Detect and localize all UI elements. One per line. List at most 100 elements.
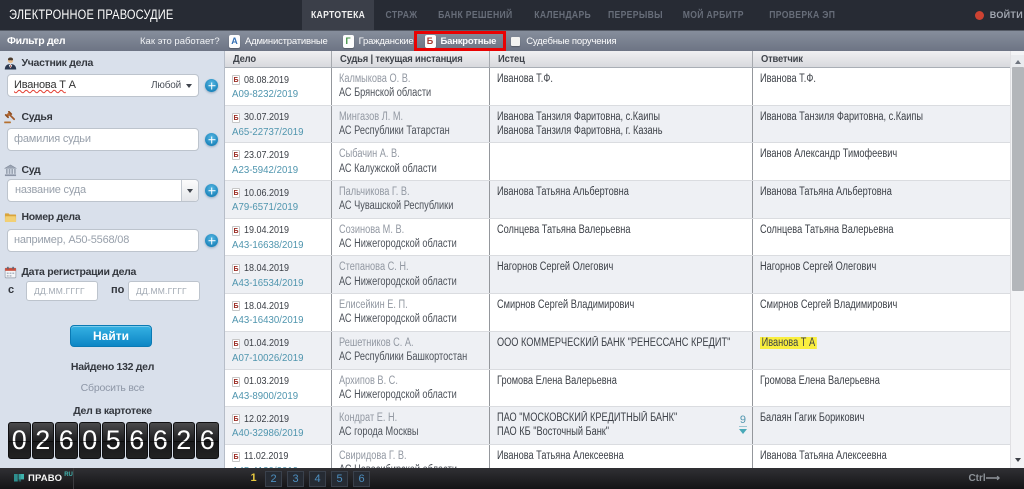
column-header-1: Судья | текущая инстанция (332, 51, 490, 67)
court-name: АС Нижегородской области (339, 388, 454, 402)
reset-all-link[interactable]: Сбросить все (0, 382, 225, 394)
case-date: 19.04.2019 (244, 225, 289, 236)
bankruptcy-case-icon: Б (232, 188, 240, 198)
defendant-cell: Иванова Татьяна Альбертовна (753, 181, 1010, 218)
pravo-logo[interactable]: ПРАВО RU (14, 468, 73, 489)
page-button-2[interactable]: 2 (265, 471, 282, 487)
case-cell: Б18.04.2019А43-16430/2019 (225, 294, 332, 331)
calendar-icon (4, 266, 17, 279)
case-number-link[interactable]: А43-16430/2019 (232, 313, 318, 327)
participant-input[interactable]: Иванова Т А Любой (7, 74, 199, 97)
case-cell: Б 19.04.2019 А43-16638/2019 (225, 219, 332, 256)
plaintiff-name: Иванова Танзиля Фаритовна, с.Каипы (497, 110, 696, 124)
case-cell: Б12.02.2019А40-32986/2019 (225, 407, 332, 444)
expand-parties-button[interactable]: 9 (739, 414, 747, 434)
nav-tab-проверка-эп[interactable]: ПРОВЕРКА ЭП (760, 0, 844, 30)
judge-name: Мингазов Л. М. (339, 110, 454, 124)
table-scrollbar[interactable] (1010, 51, 1024, 468)
nav-tab-label: ПРОВЕРКА ЭП (769, 9, 835, 21)
defendant-name: Иванова Т.Ф. (760, 72, 955, 86)
add-court-button[interactable] (205, 184, 218, 197)
date-to-input[interactable]: ДД.ММ.ГГГГ (128, 281, 200, 301)
page-button-3[interactable]: 3 (287, 471, 304, 487)
add-participant-button[interactable] (205, 79, 218, 92)
column-header-3: Ответчик (753, 51, 1010, 67)
nav-tab-банк-решений[interactable]: БАНК РЕШЕНИЙ (428, 0, 522, 30)
bankruptcy-case-icon: Б (232, 113, 240, 123)
judge-label: Судья (22, 111, 53, 123)
nav-tab-картотека[interactable]: КАРТОТЕКА (302, 0, 374, 30)
category-tab-банкротные[interactable]: ББанкротные (422, 31, 505, 52)
category-tab-гражданские[interactable]: ГГражданские (336, 31, 422, 52)
search-button[interactable]: Найти (70, 325, 152, 347)
bankruptcy-case-icon: Б (232, 264, 240, 274)
counter-digit: 6 (196, 422, 219, 459)
nav-tab-страж[interactable]: СТРАЖ (374, 0, 428, 30)
plaintiff-name: Иванова Т.Ф. (497, 72, 696, 86)
participant-role-dropdown[interactable]: Любой (151, 75, 192, 96)
case-cell: Б18.04.2019А43-16534/2019 (225, 256, 332, 293)
login-label: ВОЙТИ (990, 10, 1023, 20)
nav-tab-перерывы[interactable]: ПЕРЕРЫВЫ (604, 0, 666, 30)
case-cell: Б08.08.2019А09-8232/2019 (225, 68, 332, 105)
main-nav: КАРТОТЕКА СТРАЖБАНК РЕШЕНИЙКАЛЕНДАРЬПЕРЕР… (0, 0, 1024, 30)
case-cell: Б23.07.2019А23-5942/2019 (225, 143, 332, 180)
nav-tab-календарь[interactable]: КАЛЕНДАРЬ (522, 0, 604, 30)
page-button-4[interactable]: 4 (309, 471, 326, 487)
nav-tab-label: КАРТОТЕКА (311, 9, 365, 21)
date-from-input[interactable]: ДД.ММ.ГГГГ (26, 281, 98, 301)
defendant-cell: Балаян Гагик Борикович (753, 407, 1010, 444)
judge-cell: Кондрат Е. Н.АС города Москвы (332, 407, 490, 444)
defendant-name: Нагорнов Сергей Олегович (760, 260, 955, 274)
case-number-link[interactable]: А79-6571/2019 (232, 200, 318, 214)
category-tabs: ААдминистративныеГГражданскиеББанкротные… (225, 31, 624, 52)
court-select[interactable]: название суда (7, 179, 199, 202)
defendant-cell: Иванова Татьяна Алексеевна (753, 445, 1010, 468)
counter-digit: 5 (102, 422, 125, 459)
table-row: Б30.07.2019А65-22737/2019Мингазов Л. М.А… (225, 106, 1010, 144)
case-number-link[interactable]: А43-8900/2019 (232, 389, 318, 403)
nav-tab-мой-арбитр[interactable]: МОЙ АРБИТР (666, 0, 760, 30)
case-number-link[interactable]: А40-32986/2019 (232, 426, 318, 440)
date-from-placeholder: ДД.ММ.ГГГГ (34, 286, 85, 296)
counter-digit: 0 (79, 422, 102, 459)
add-judge-button[interactable] (205, 133, 218, 146)
judge-name: Елисейкин Е. П. (339, 298, 454, 312)
scroll-down-button[interactable] (1011, 453, 1024, 467)
plaintiff-name: ПАО КБ "Восточный Банк" (497, 425, 696, 439)
expand-chevron-icon (739, 429, 747, 434)
case-number-link[interactable]: А07-10026/2019 (232, 351, 318, 365)
judge-cell: Степанова С. Н.АС Нижегородской области (332, 256, 490, 293)
pagination: 123456 (247, 468, 370, 489)
category-tab-административные[interactable]: ААдминистративные (225, 31, 336, 52)
bankruptcy-case-icon: Б (232, 226, 240, 236)
case-number-link[interactable]: А09-8232/2019 (232, 87, 318, 101)
table-row: Б08.08.2019А09-8232/2019Калмыкова О. В.А… (225, 68, 1010, 106)
judge-name: Кондрат Е. Н. (339, 411, 454, 425)
bankruptcy-case-icon: Б (232, 377, 240, 387)
case-number-link[interactable]: А43-16534/2019 (232, 276, 318, 290)
bankruptcy-case-icon: Б (232, 339, 240, 349)
defendant-cell: Иванова Т.Ф. (753, 68, 1010, 105)
page-button-1[interactable]: 1 (247, 471, 260, 487)
defendant-cell: Смирнов Сергей Владимирович (753, 294, 1010, 331)
judge-input[interactable]: фамилия судьи (7, 128, 199, 151)
judge-name: Решетников С. А. (339, 336, 454, 350)
page-button-5[interactable]: 5 (331, 471, 348, 487)
case-folder-icon (4, 211, 17, 224)
plaintiff-cell: Иванова Танзиля Фаритовна, с.КаипыИванов… (490, 106, 753, 143)
search-match-highlight: Иванова Т А (760, 337, 817, 350)
login-button[interactable]: ВОЙТИ (975, 0, 1023, 30)
plaintiff-name: Иванова Татьяна Альбертовна (497, 185, 696, 199)
add-case-number-button[interactable] (205, 234, 218, 247)
court-select-button[interactable] (181, 180, 198, 201)
case-number-link[interactable]: А65-22737/2019 (232, 125, 318, 139)
case-number-input[interactable]: например, А50-5568/08 (7, 229, 199, 252)
how-it-works-link[interactable]: Как это работает? (140, 31, 220, 52)
page-button-6[interactable]: 6 (353, 471, 370, 487)
case-number-link[interactable]: А23-5942/2019 (232, 163, 318, 177)
scrollbar-thumb[interactable] (1012, 67, 1024, 291)
table-row: Б01.04.2019А07-10026/2019Решетников С. А… (225, 332, 1010, 370)
category-tab-судебные-поручения[interactable]: Судебные поручения (504, 31, 624, 52)
case-number-link[interactable]: А43-16638/2019 (232, 238, 318, 252)
